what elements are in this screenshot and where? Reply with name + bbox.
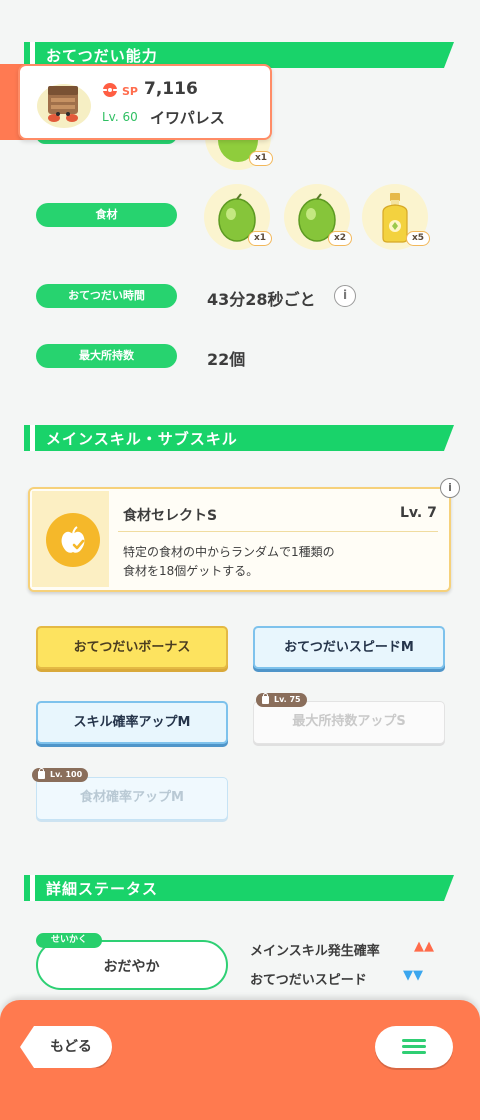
ingredients-label: 食材: [36, 203, 177, 227]
divider: [118, 531, 438, 532]
main-skill-desc-line1: 特定の食材の中からランダムで1種類の: [123, 545, 335, 559]
helping-time-label: おてつだい時間: [36, 284, 177, 308]
pokemon-detail-screen: おてつだい能力 x1 SP 7,116 Lv. 60 イワパレス 食材 x1 x…: [0, 0, 480, 1120]
pokemon-portrait-icon: [37, 84, 91, 128]
nature-tag: せいかく: [36, 933, 102, 948]
pokemon-level: Lv. 60: [102, 110, 138, 124]
effect-label: メインスキル発生確率: [250, 944, 380, 959]
main-skill-name: 食材セレクトS: [123, 508, 218, 524]
helping-time-value: 43分28秒ごと: [207, 290, 316, 309]
decrease-arrows-icon: ▼▼: [403, 968, 423, 983]
ingredient-qty: x2: [328, 231, 352, 246]
lock-badge-lv100: Lv. 100: [32, 768, 89, 782]
lock-badge-lv75: Lv. 75: [256, 693, 307, 707]
subskill-skill-chance-m[interactable]: スキル確率アップM: [36, 701, 228, 744]
subskill-inventory-up-s[interactable]: 最大所持数アップS: [253, 701, 445, 744]
capacity-label: 最大所持数: [36, 344, 177, 368]
increase-arrows-icon: ▲▲: [414, 939, 434, 954]
section-header-skills: メインスキル・サブスキル: [24, 425, 454, 451]
section-title: 詳細ステータス: [46, 880, 159, 898]
back-button[interactable]: もどる: [20, 1026, 112, 1068]
ingredient-bubble-3[interactable]: x5: [362, 184, 430, 250]
info-icon[interactable]: i: [334, 285, 356, 307]
nature-value: おだやか: [103, 959, 160, 975]
skill-badge: [46, 513, 100, 567]
main-skill-card[interactable]: 食材セレクトS Lv. 7 特定の食材の中からランダムで1種類の 食材を18個ゲ…: [28, 487, 451, 592]
capacity-value: 22個: [207, 350, 246, 369]
menu-button[interactable]: [375, 1026, 453, 1068]
main-skill-desc-line2: 食材を18個ゲットする。: [123, 564, 259, 578]
subskill-helping-speed-m[interactable]: おてつだいスピードM: [253, 626, 445, 669]
apple-check-icon: [61, 526, 85, 553]
section-header-details: 詳細ステータス: [24, 875, 454, 901]
main-skill-level: Lv. 7: [400, 505, 437, 521]
pokeball-icon: [103, 83, 117, 97]
section-title: おてつだい能力: [46, 47, 158, 65]
lock-icon: [262, 693, 269, 704]
ingredient-bubble-1[interactable]: x1: [204, 184, 272, 250]
ingredient-bubble-2[interactable]: x2: [284, 184, 352, 250]
section-title: メインスキル・サブスキル: [46, 430, 238, 448]
sp-label: SP: [122, 85, 138, 98]
effect-label: おてつだいスピード: [250, 973, 367, 988]
subskill-ingredient-finder-m[interactable]: 食材確率アップM: [36, 777, 228, 820]
lock-icon: [38, 768, 45, 779]
sp-value: 7,116: [144, 79, 198, 99]
pokemon-header-card[interactable]: SP 7,116 Lv. 60 イワパレス: [18, 64, 272, 140]
ingredient-qty: x5: [406, 231, 430, 246]
pokemon-name: イワパレス: [150, 109, 225, 127]
skill-info-icon[interactable]: i: [440, 478, 460, 498]
ingredient-qty: x1: [248, 231, 272, 246]
subskill-helping-bonus[interactable]: おてつだいボーナス: [36, 626, 228, 669]
berry-qty: x1: [249, 151, 273, 166]
